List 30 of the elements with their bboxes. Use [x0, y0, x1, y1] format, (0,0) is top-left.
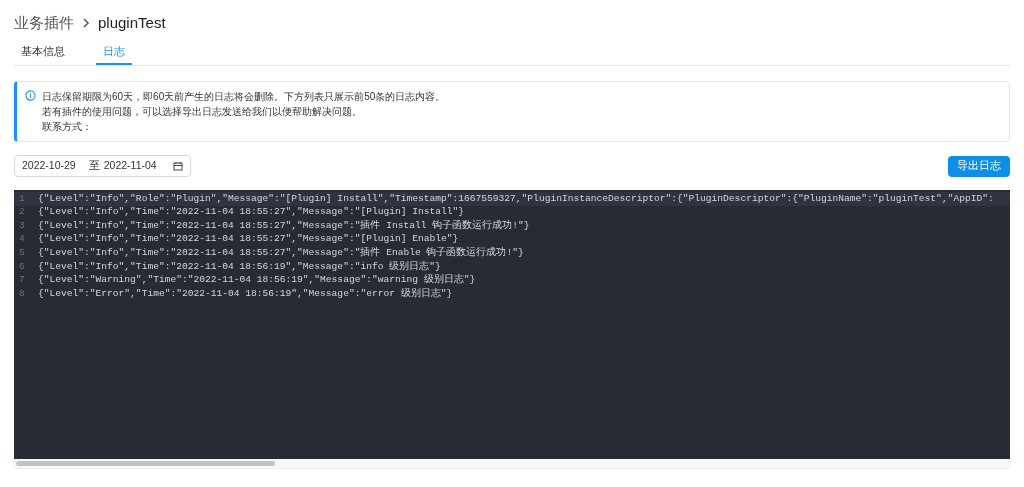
notice-text: 联系方式： [42, 120, 93, 134]
log-text: {"Level":"Error","Time":"2022-11-04 18:56:19","Message":"error 级别日志"} [38, 286, 453, 301]
horizontal-scrollbar[interactable] [14, 459, 1010, 469]
info-icon [25, 90, 36, 101]
calendar-icon [173, 161, 183, 171]
chevron-right-icon [82, 18, 90, 28]
page-title: pluginTest [98, 12, 166, 33]
line-number: 2 [18, 205, 26, 220]
date-range-picker[interactable]: 2022-10-29 至 2022-11-04 [14, 155, 191, 177]
log-text: {"Level":"Info","Time":"2022-11-04 18:55:27","Message":"[Plugin] Install"} [38, 205, 465, 220]
log-text: {"Level":"Info","Time":"2022-11-04 18:55:27","Message":"[Plugin] Enable"} [38, 232, 459, 247]
log-text: {"Level":"Warning","Time":"2022-11-04 18:56:19","Message":"warning 级别日志"} [38, 273, 476, 288]
start-date: 2022-10-29 [22, 158, 76, 174]
range-separator: 至 [88, 158, 100, 174]
log-text: {"Level":"Info","Time":"2022-11-04 18:56:19","Message":"info 级别日志"} [38, 259, 441, 274]
line-number: 6 [18, 259, 26, 274]
notice-text: 若有插件的使用问题，可以选择导出日志发送给我们以便帮助解决问题。 [42, 105, 363, 119]
tab[interactable]: 基本信息 [14, 39, 72, 65]
breadcrumb-link[interactable]: 业务插件 [14, 11, 74, 35]
notice-text: 日志保留期限为60天，即60天前产生的日志将会删除。下方列表只展示前50条的日志内容。 [42, 90, 446, 104]
log-text: {"Level":"Info","Time":"2022-11-04 18:55:27","Message":"插件 Install 钩子函数运行成功!"} [38, 218, 530, 233]
end-date: 2022-11-04 [103, 158, 157, 174]
line-number: 8 [18, 286, 26, 301]
log-text: {"Level":"Info","Time":"2022-11-04 18:55:27","Message":"插件 Enable 钩子函数运行成功!"} [38, 246, 524, 260]
line-number: 3 [18, 218, 26, 233]
line-number: 5 [18, 246, 26, 261]
line-number: 4 [18, 232, 26, 247]
log-text: {"Level":"Info","Role":"Plugin","Message":"[Plugin] Install","Timestamp":1667559327,"PluginInstanceDescriptor":{"PluginDescriptor":{"PluginName":"pluginTest","AppID": [38, 191, 994, 206]
line-number: 7 [18, 273, 26, 288]
line-number: 1 [18, 191, 26, 206]
